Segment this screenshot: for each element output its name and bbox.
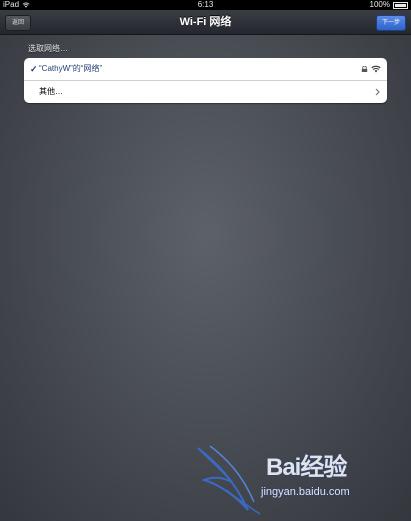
watermark-logo: Bai经验 jingyan.baidu.com — [196, 440, 411, 521]
chevron-right-icon — [375, 88, 380, 96]
status-time: 6:13 — [197, 0, 214, 9]
network-list: ✓ “CathyW”的“网络” 其他… — [24, 58, 387, 103]
page-title: Wi-Fi 网络 — [179, 16, 232, 28]
navigation-bar: 返回 Wi-Fi 网络 下一步 — [0, 10, 411, 35]
network-name: “CathyW”的“网络” — [39, 64, 103, 73]
checkmark-icon: ✓ — [30, 64, 38, 74]
watermark-url: jingyan.baidu.com — [261, 486, 350, 498]
section-header: 选取网络… — [28, 44, 68, 53]
next-button[interactable]: 下一步 — [375, 15, 406, 31]
watermark-brand: Bai经验 — [266, 454, 347, 481]
battery-percent: 100% — [369, 0, 390, 9]
status-bar: iPad 6:13 100% — [0, 0, 411, 10]
wifi-signal-icon — [371, 65, 381, 73]
network-row-selected[interactable]: ✓ “CathyW”的“网络” — [24, 58, 387, 81]
other-network-label: 其他… — [39, 87, 63, 96]
lock-icon — [361, 66, 368, 72]
battery-icon — [393, 1, 408, 9]
network-row-other[interactable]: 其他… — [24, 81, 387, 103]
